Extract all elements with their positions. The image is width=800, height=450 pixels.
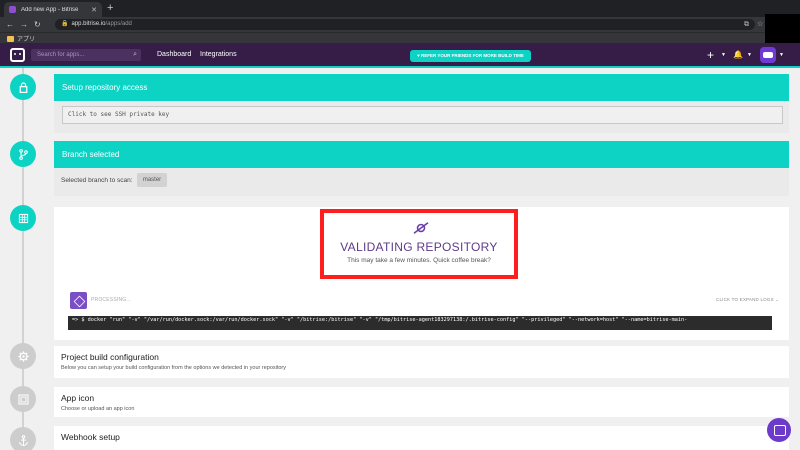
ssh-key-reveal[interactable]: Click to see SSH private key (62, 106, 783, 124)
browser-tabbar: Add new App - Bitrise ✕ + (0, 0, 800, 17)
chevron-down-icon[interactable]: ▼ (721, 52, 726, 58)
webhook-title: Webhook setup (61, 432, 120, 442)
url-host: app.bitrise.io (71, 21, 106, 27)
new-tab-icon[interactable]: + (107, 2, 113, 15)
back-arrow-icon[interactable]: ← (6, 19, 14, 30)
validating-title: VALIDATING REPOSITORY (340, 240, 498, 254)
repo-access-title: Setup repository access (54, 74, 789, 101)
search-icon: ⌕ (133, 51, 137, 58)
url-path: /apps/add (105, 21, 132, 27)
branch-icon (18, 148, 28, 160)
chevron-down-icon[interactable]: ▼ (747, 52, 752, 58)
bookmark-apps[interactable]: アプリ (7, 34, 35, 43)
avatar[interactable] (760, 47, 776, 63)
url-field[interactable]: 🔒 app.bitrise.io/apps/add (55, 19, 755, 30)
app-icon-subtitle: Choose or upload an app icon (61, 406, 135, 412)
branch-title: Branch selected (54, 141, 789, 168)
app-navbar: Search for apps... ⌕ Dashboard Integrati… (0, 43, 800, 68)
orbit-icon (413, 222, 429, 234)
tab-title: Add new App - Bitrise (21, 6, 79, 13)
app-image-icon (18, 394, 28, 404)
refer-friends-button[interactable]: ♥ REFER YOUR FRIENDS FOR MORE BUILD TIME (410, 50, 531, 62)
translate-icon[interactable]: ⧉ (744, 19, 749, 30)
nav-integrations[interactable]: Integrations (200, 50, 237, 60)
build-config-title: Project build configuration (61, 352, 159, 362)
lock-icon (19, 81, 27, 93)
build-config-card[interactable]: Project build configuration Below you ca… (54, 346, 789, 378)
bitrise-favicon-icon (9, 6, 16, 13)
webhook-card[interactable]: Webhook setup (54, 426, 789, 450)
bookmark-label: アプリ (17, 37, 36, 43)
processing-status: PROCESSING... (91, 297, 132, 303)
timeline-step-validate (10, 205, 36, 231)
search-placeholder: Search for apps... (37, 52, 85, 58)
timeline-step-app-icon (10, 386, 36, 412)
lock-icon: 🔒 (61, 21, 69, 27)
bell-icon[interactable]: 🔔 (733, 50, 743, 60)
gear-icon (17, 350, 29, 362)
bookmarks-bar: アプリ (0, 32, 800, 43)
chat-bubble-icon[interactable] (767, 418, 791, 442)
apps-grid-icon (7, 35, 14, 42)
processing-icon (70, 292, 87, 309)
chevron-down-icon[interactable]: ▼ (779, 52, 784, 58)
repository-grid-icon (18, 213, 28, 223)
branch-badge: master (137, 173, 167, 187)
redacted-area (765, 14, 800, 44)
timeline-step-webhook (10, 427, 36, 450)
nav-dashboard[interactable]: Dashboard (157, 50, 191, 60)
repo-access-card: Setup repository access (54, 74, 789, 133)
search-input[interactable]: Search for apps... ⌕ (31, 49, 141, 61)
branch-card: Branch selected (54, 141, 789, 196)
branch-label: Selected branch to scan: (61, 177, 133, 184)
app-icon-card[interactable]: App icon Choose or upload an app icon (54, 387, 789, 417)
app-icon-title: App icon (61, 393, 95, 403)
bookmark-star-icon[interactable]: ☆ (757, 19, 763, 30)
build-config-subtitle: Below you can setup your build configura… (61, 365, 287, 371)
add-icon[interactable]: + (707, 49, 714, 61)
timeline-step-repository-access (10, 74, 36, 100)
reload-icon[interactable]: ↻ (34, 19, 41, 30)
bitrise-logo-icon[interactable] (10, 48, 25, 62)
address-bar: ← → ↻ 🔒 app.bitrise.io/apps/add ⧉ ☆ (0, 17, 800, 32)
anchor-icon (18, 434, 28, 446)
log-output[interactable]: => $ docker "run" "-v" "/var/run/docker.… (68, 316, 772, 330)
timeline-step-build-config (10, 343, 36, 369)
expand-logs-link[interactable]: CLICK TO EXPAND LOGS ⌄ (716, 297, 779, 303)
validating-subtitle: This may take a few minutes. Quick coffe… (347, 257, 491, 264)
browser-tab[interactable]: Add new App - Bitrise ✕ (4, 2, 102, 17)
close-tab-icon[interactable]: ✕ (91, 6, 97, 14)
forward-arrow-icon[interactable]: → (20, 19, 28, 30)
timeline-step-branch (10, 141, 36, 167)
